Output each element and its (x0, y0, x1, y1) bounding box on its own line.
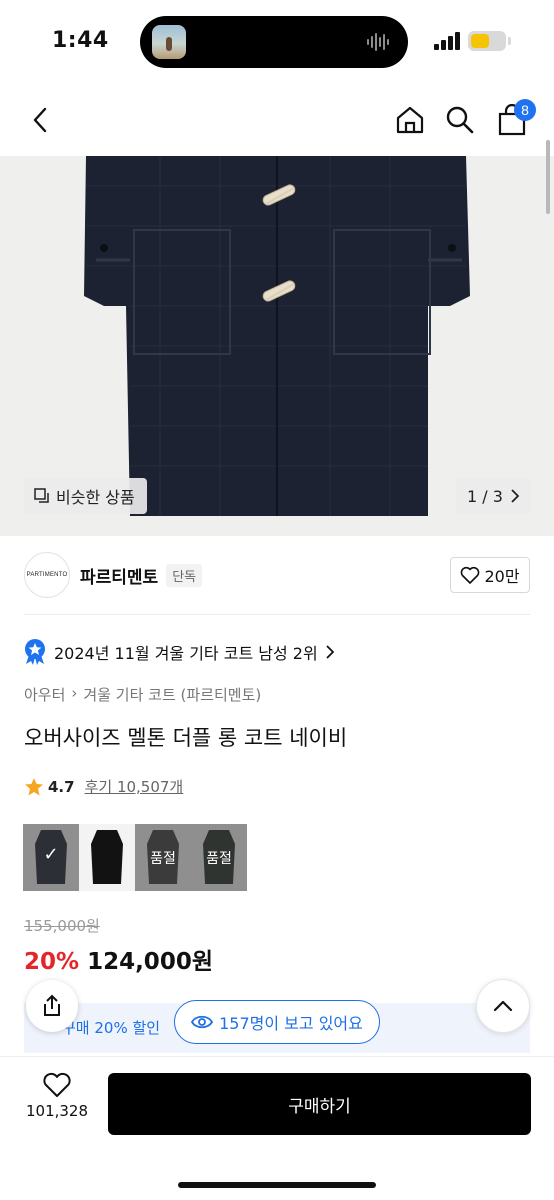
rating-row: 4.7 후기 10,507개 (24, 776, 183, 797)
product-title: 오버사이즈 멜톤 더플 롱 코트 네이비 (24, 726, 348, 750)
cart-count-badge: 8 (514, 99, 536, 121)
copy-icon (34, 488, 49, 503)
search-button[interactable] (440, 95, 480, 145)
product-like-count: 101,328 (25, 1102, 89, 1120)
back-button[interactable] (20, 95, 60, 145)
chevron-up-icon (493, 1000, 513, 1012)
brand-like-button[interactable]: 20만 (450, 557, 530, 593)
top-nav: 8 (0, 95, 554, 147)
ranking-text: 2024년 11월 겨울 기타 코트 남성 2위 (54, 644, 318, 663)
ranking-badge-icon (25, 639, 45, 665)
rating-score: 4.7 (48, 777, 75, 796)
heart-icon (461, 566, 480, 584)
status-time: 1:44 (52, 28, 109, 53)
brand-logo[interactable]: PARTIMENTO (24, 552, 70, 598)
check-icon: ✓ (43, 844, 59, 865)
image-pager-label: 1 / 3 (467, 486, 503, 506)
viewers-count-pill: 157명이 보고 있어요 (174, 1000, 380, 1044)
image-pager[interactable]: 1 / 3 (456, 478, 530, 514)
color-option-navy[interactable]: ✓ (23, 824, 79, 891)
cellular-signal-icon (434, 32, 460, 50)
coat-thumbnail (91, 830, 123, 884)
price-row: 20% 124,000원 (24, 942, 213, 976)
section-divider (24, 614, 530, 615)
original-price: 155,000원 (24, 917, 100, 935)
page-scrollbar[interactable] (546, 140, 550, 214)
audio-wave-icon (367, 33, 389, 51)
share-icon (44, 994, 60, 1016)
brand-like-count: 20만 (484, 567, 520, 586)
coupon-text: 구매 20% 할인 (62, 1019, 161, 1037)
brand-row[interactable]: PARTIMENTO 파르티멘토 단독 20만 (24, 551, 530, 599)
eye-icon (191, 1015, 214, 1029)
search-icon (446, 106, 474, 134)
share-button[interactable] (26, 980, 78, 1032)
brand-name[interactable]: 파르티멘토 (80, 563, 158, 588)
similar-products-label: 비슷한 상품 (56, 488, 135, 507)
home-button[interactable] (390, 95, 430, 145)
product-like-button[interactable]: 101,328 (22, 1072, 92, 1120)
sold-out-label: 품절 (206, 851, 232, 867)
breadcrumb-level2[interactable]: 겨울 기타 코트 (파르티멘토) (83, 684, 261, 705)
color-option-charcoal[interactable]: 품절 (135, 824, 191, 891)
viewers-count-text: 157명이 보고 있어요 (219, 1014, 363, 1033)
breadcrumb-level1[interactable]: 아우터 (24, 684, 65, 705)
home-indicator[interactable] (178, 1182, 376, 1188)
sold-out-label: 품절 (150, 851, 176, 867)
heart-icon (43, 1072, 71, 1097)
similar-products-button[interactable]: 비슷한 상품 (24, 478, 147, 514)
chevron-right-icon (511, 489, 519, 503)
battery-tip (508, 37, 511, 45)
battery-icon (468, 31, 506, 51)
review-count-link[interactable]: 후기 10,507개 (85, 776, 184, 797)
brand-logo-text: PARTIMENTO (26, 572, 68, 578)
exclusive-badge: 단독 (166, 563, 203, 587)
color-option-black[interactable] (79, 824, 135, 891)
star-icon (25, 777, 43, 795)
chevron-right-icon (326, 645, 334, 659)
now-playing-thumbnail (152, 25, 186, 59)
final-price: 124,000원 (87, 949, 213, 975)
status-bar: 1:44 (0, 0, 554, 84)
color-options: ✓ 품절 품절 (23, 824, 247, 891)
home-icon (396, 106, 424, 134)
breadcrumb-separator-icon: › (71, 684, 78, 702)
chevron-left-icon (33, 107, 47, 133)
discount-rate: 20% (24, 949, 80, 975)
color-option-green[interactable]: 품절 (191, 824, 247, 891)
ranking-link[interactable]: 2024년 11월 겨울 기타 코트 남성 2위 (24, 638, 334, 666)
scroll-to-top-button[interactable] (476, 979, 530, 1033)
buy-button[interactable]: 구매하기 (108, 1073, 531, 1135)
breadcrumb: 아우터 › 겨울 기타 코트 (파르티멘토) (24, 684, 261, 705)
dynamic-island[interactable] (140, 16, 408, 68)
cart-button[interactable]: 8 (492, 95, 536, 145)
buy-button-label: 구매하기 (288, 1096, 351, 1117)
